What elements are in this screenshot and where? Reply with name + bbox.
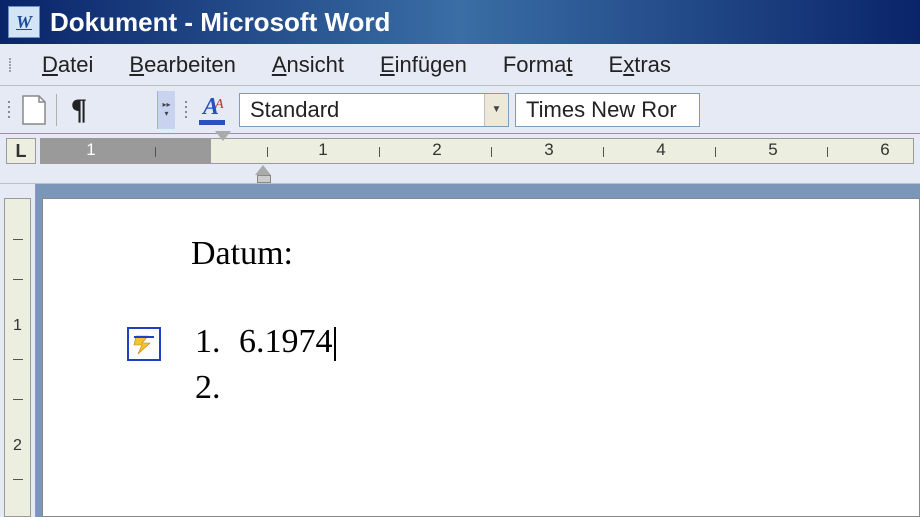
- ruler-mark: 2: [432, 140, 441, 160]
- vertical-ruler[interactable]: 1 2: [4, 198, 31, 517]
- word-app-icon: [8, 6, 40, 38]
- menu-edit[interactable]: Bearbeiten: [111, 46, 253, 84]
- font-selector-value: Times New Ror: [516, 97, 687, 123]
- svg-text:A: A: [214, 97, 224, 112]
- horizontal-ruler[interactable]: 1 1 2 3 4 5 6: [40, 138, 914, 164]
- new-document-icon: [21, 95, 47, 125]
- vruler-mark: 2: [13, 437, 22, 455]
- list-item: 2.: [191, 365, 919, 411]
- first-line-indent-marker[interactable]: [215, 131, 231, 141]
- toolbar-grip-icon[interactable]: [8, 101, 10, 118]
- new-document-button[interactable]: [16, 92, 52, 128]
- menu-insert[interactable]: Einfügen: [362, 46, 485, 84]
- menu-extras[interactable]: Extras: [591, 46, 689, 84]
- menu-view[interactable]: Ansicht: [254, 46, 362, 84]
- list-text: 6.1974: [239, 323, 336, 361]
- hanging-indent-marker[interactable]: [255, 165, 271, 175]
- document-heading: Datum:: [191, 235, 919, 273]
- ruler-mark: 1: [318, 140, 327, 160]
- show-formatting-button[interactable]: ¶: [61, 92, 97, 128]
- ruler-mark: 5: [768, 140, 777, 160]
- menu-file[interactable]: Datei: [24, 46, 111, 84]
- ruler-row: L 1 1 2 3 4 5 6: [0, 134, 920, 184]
- window-title: Dokument - Microsoft Word: [50, 7, 390, 38]
- document-page[interactable]: Datum: 1. 6.1974 2.: [42, 198, 920, 517]
- toolbar-divider: [56, 94, 57, 126]
- vertical-ruler-wrap: 1 2: [0, 184, 36, 517]
- toolbar-overflow-button[interactable]: ▸▸ ▾: [157, 91, 175, 129]
- menu-grip-icon[interactable]: [6, 52, 14, 78]
- text-cursor: [334, 327, 336, 361]
- list-item: 1. 6.1974: [191, 319, 919, 365]
- ruler-margin: [41, 139, 211, 163]
- menubar: Datei Bearbeiten Ansicht Einfügen Format…: [0, 44, 920, 86]
- titlebar: Dokument - Microsoft Word: [0, 0, 920, 44]
- font-selector[interactable]: Times New Ror: [515, 93, 700, 127]
- autocorrect-smarttag-button[interactable]: [127, 327, 161, 361]
- ruler-mark: 6: [880, 140, 889, 160]
- ruler-mark: 4: [656, 140, 665, 160]
- font-color-button[interactable]: A A: [193, 92, 233, 128]
- toolbar: ¶ ▸▸ ▾ A A Standard ▼ Times New Ror: [0, 86, 920, 134]
- document-area: 1 2 Datum: 1. 6.1974 2.: [0, 184, 920, 517]
- lightning-icon: [132, 334, 156, 354]
- ruler-mark: 3: [544, 140, 553, 160]
- ruler-mark: 1: [86, 140, 95, 160]
- menu-format[interactable]: Format: [485, 46, 591, 84]
- toolbar-grip-icon[interactable]: [185, 101, 187, 118]
- tab-selector-button[interactable]: L: [6, 138, 36, 164]
- style-selector[interactable]: Standard ▼: [239, 93, 509, 127]
- chevron-down-icon[interactable]: ▼: [484, 94, 508, 126]
- vruler-mark: 1: [13, 317, 22, 335]
- font-color-icon: A A: [193, 92, 233, 128]
- list-number: 2.: [191, 369, 239, 407]
- list-number: 1.: [191, 323, 239, 361]
- style-selector-value: Standard: [240, 97, 484, 123]
